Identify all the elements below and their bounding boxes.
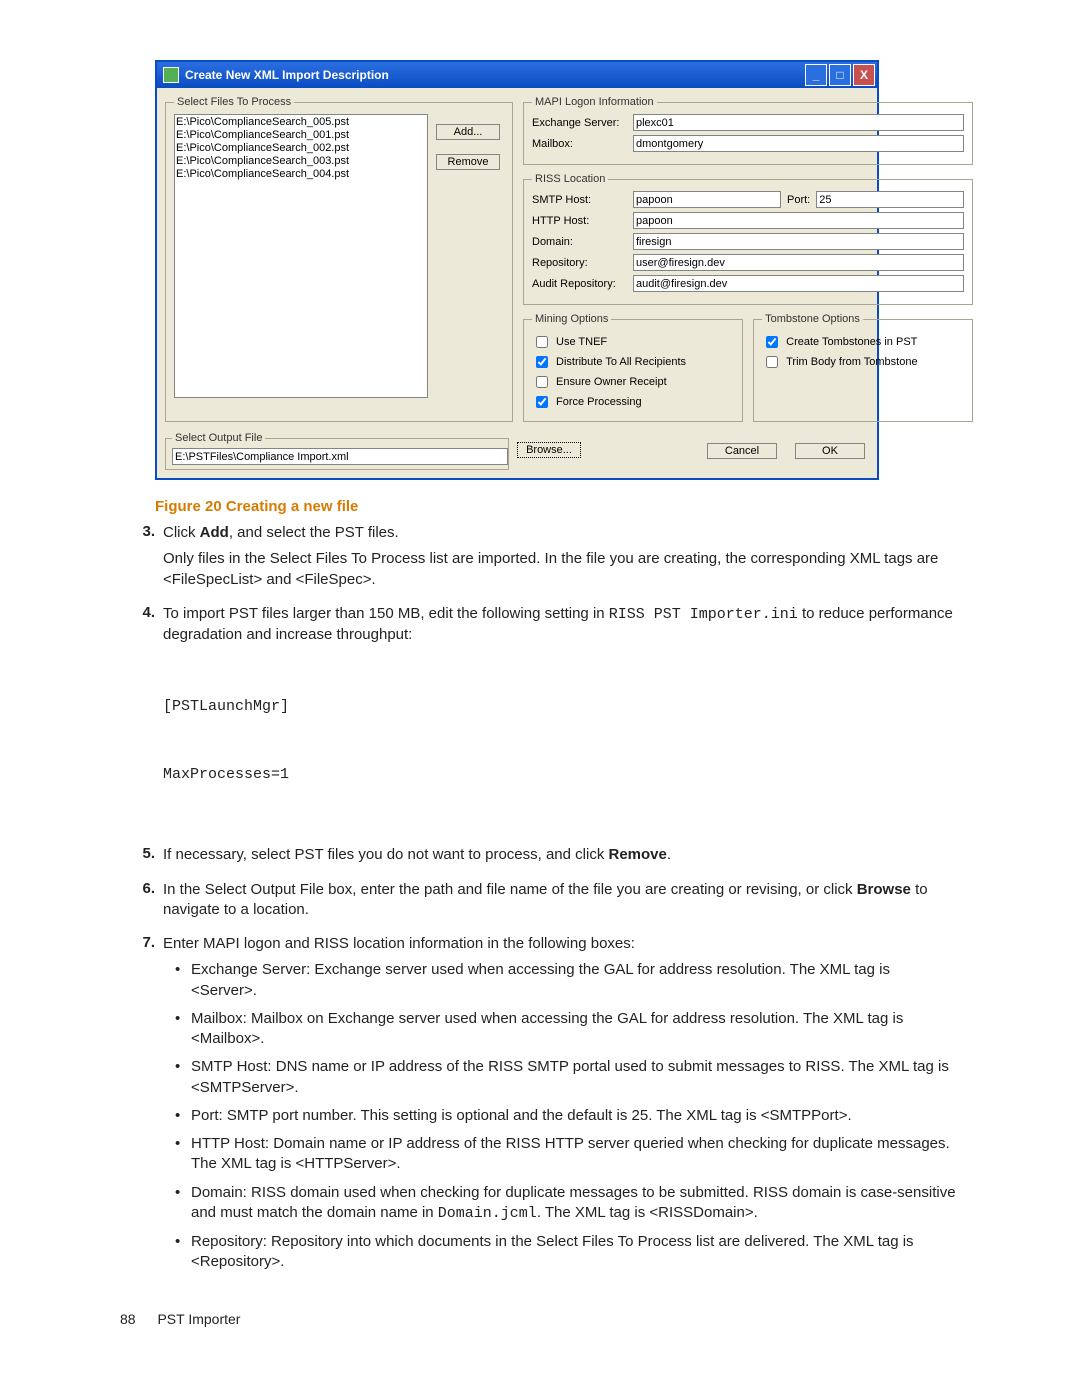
mailbox-input[interactable]: [633, 135, 964, 152]
maximize-button[interactable]: □: [829, 64, 851, 86]
step-text: In the Select Output File box, enter the…: [163, 880, 960, 921]
distribute-checkbox[interactable]: [536, 356, 548, 368]
app-icon: [163, 67, 179, 83]
step-text: Enter MAPI logon and RISS location infor…: [163, 934, 960, 954]
riss-group: RISS Location SMTP Host: Port: HTTP Host…: [523, 173, 973, 305]
remove-button[interactable]: Remove: [436, 154, 500, 170]
smtp-input[interactable]: [633, 191, 781, 208]
close-button[interactable]: X: [853, 64, 875, 86]
bullet-item: Port: SMTP port number. This setting is …: [173, 1106, 960, 1126]
minimize-button[interactable]: _: [805, 64, 827, 86]
list-item[interactable]: E:\Pico\ComplianceSearch_005.pst: [176, 116, 426, 129]
port-input[interactable]: [816, 191, 964, 208]
section-title: PST Importer: [157, 1311, 240, 1327]
create-tombstone-label: Create Tombstones in PST: [786, 336, 917, 348]
select-files-group: Select Files To Process E:\Pico\Complian…: [165, 96, 513, 422]
trim-body-label: Trim Body from Tombstone: [786, 356, 917, 368]
tombstone-legend: Tombstone Options: [762, 313, 863, 325]
repo-input[interactable]: [633, 254, 964, 271]
step-number: 5.: [120, 845, 163, 871]
mapi-group: MAPI Logon Information Exchange Server: …: [523, 96, 973, 165]
http-label: HTTP Host:: [532, 215, 627, 227]
domain-label: Domain:: [532, 236, 627, 248]
page-number: 88: [120, 1311, 136, 1327]
step-text: Click Add, and select the PST files.: [163, 523, 960, 543]
bullet-item: Exchange Server: Exchange server used wh…: [173, 960, 960, 1001]
repo-label: Repository:: [532, 257, 627, 269]
trim-body-checkbox[interactable]: [766, 356, 778, 368]
create-tombstone-checkbox[interactable]: [766, 336, 778, 348]
ensure-owner-checkbox[interactable]: [536, 376, 548, 388]
tombstone-group: Tombstone Options Create Tombstones in P…: [753, 313, 973, 422]
riss-legend: RISS Location: [532, 173, 608, 185]
select-files-legend: Select Files To Process: [174, 96, 294, 108]
use-tnef-label: Use TNEF: [556, 336, 607, 348]
list-item[interactable]: E:\Pico\ComplianceSearch_001.pst: [176, 129, 426, 142]
output-group: Select Output File: [165, 432, 509, 470]
distribute-label: Distribute To All Recipients: [556, 356, 686, 368]
step-text: If necessary, select PST files you do no…: [163, 845, 960, 865]
mining-group: Mining Options Use TNEF Distribute To Al…: [523, 313, 743, 422]
mining-legend: Mining Options: [532, 313, 611, 325]
step-number: 4.: [120, 604, 163, 838]
ensure-owner-label: Ensure Owner Receipt: [556, 376, 667, 388]
http-input[interactable]: [633, 212, 964, 229]
bullet-item: HTTP Host: Domain name or IP address of …: [173, 1134, 960, 1175]
step-text: To import PST files larger than 150 MB, …: [163, 604, 960, 646]
bullet-item: SMTP Host: DNS name or IP address of the…: [173, 1057, 960, 1098]
titlebar: Create New XML Import Description _ □ X: [157, 62, 877, 88]
window-title: Create New XML Import Description: [185, 68, 389, 82]
code-block: [PSTLaunchMgr] MaxProcesses=1: [163, 651, 960, 831]
mailbox-label: Mailbox:: [532, 138, 627, 150]
exchange-input[interactable]: [633, 114, 964, 131]
ok-button[interactable]: OK: [795, 443, 865, 459]
step-text: Only files in the Select Files To Proces…: [163, 549, 960, 590]
bullet-item: Mailbox: Mailbox on Exchange server used…: [173, 1009, 960, 1050]
output-legend: Select Output File: [172, 432, 265, 444]
mapi-legend: MAPI Logon Information: [532, 96, 657, 108]
add-button[interactable]: Add...: [436, 124, 500, 140]
smtp-label: SMTP Host:: [532, 194, 627, 206]
step-number: 3.: [120, 523, 163, 596]
cancel-button[interactable]: Cancel: [707, 443, 777, 459]
bullet-item: Domain: RISS domain used when checking f…: [173, 1183, 960, 1225]
browse-button[interactable]: Browse...: [517, 442, 581, 458]
list-item[interactable]: E:\Pico\ComplianceSearch_002.pst: [176, 142, 426, 155]
list-item[interactable]: E:\Pico\ComplianceSearch_004.pst: [176, 168, 426, 181]
exchange-label: Exchange Server:: [532, 117, 627, 129]
output-input[interactable]: [172, 448, 508, 465]
step-number: 6.: [120, 880, 163, 927]
force-label: Force Processing: [556, 396, 642, 408]
files-listbox[interactable]: E:\Pico\ComplianceSearch_005.pst E:\Pico…: [174, 114, 428, 398]
audit-input[interactable]: [633, 275, 964, 292]
step-number: 7.: [120, 934, 163, 1281]
dialog-window: Create New XML Import Description _ □ X …: [155, 60, 879, 480]
force-checkbox[interactable]: [536, 396, 548, 408]
use-tnef-checkbox[interactable]: [536, 336, 548, 348]
list-item[interactable]: E:\Pico\ComplianceSearch_003.pst: [176, 155, 426, 168]
page-footer: 88 PST Importer: [120, 1311, 960, 1327]
bullet-item: Repository: Repository into which docume…: [173, 1232, 960, 1273]
audit-label: Audit Repository:: [532, 278, 627, 290]
port-label: Port:: [787, 194, 810, 206]
figure-caption: Figure 20 Creating a new file: [155, 498, 960, 515]
domain-input[interactable]: [633, 233, 964, 250]
